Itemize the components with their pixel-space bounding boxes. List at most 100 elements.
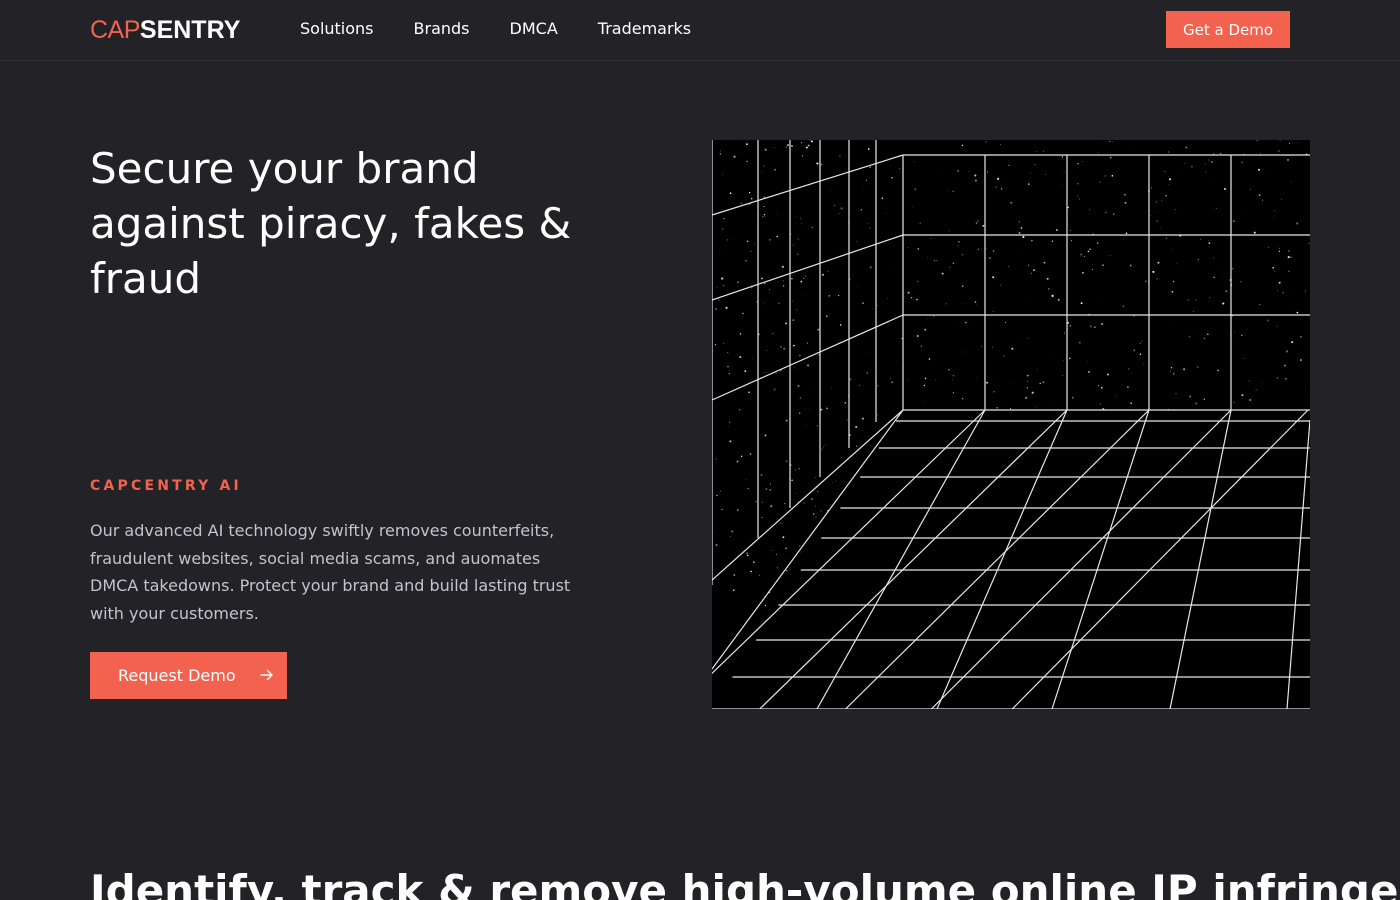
star-dot <box>1036 151 1037 152</box>
star-dot <box>1208 297 1210 299</box>
star-dot <box>778 280 779 282</box>
star-dot <box>1258 168 1261 171</box>
star-dot <box>1027 264 1030 266</box>
star-dot <box>1157 261 1160 264</box>
star-dot <box>1057 298 1060 301</box>
star-dot <box>1164 170 1166 172</box>
get-demo-button[interactable]: Get a Demo <box>1166 11 1290 48</box>
star-dot <box>1279 140 1281 142</box>
star-dot <box>1034 164 1036 166</box>
star-dot <box>992 276 995 279</box>
star-dot <box>1172 280 1175 283</box>
star-dot <box>810 343 812 345</box>
star-dot <box>1258 194 1261 196</box>
nav-link-trademarks[interactable]: Trademarks <box>598 18 691 40</box>
star-dot <box>791 277 793 280</box>
star-dot <box>1188 299 1190 301</box>
star-dot <box>812 513 815 515</box>
star-dot <box>768 238 771 241</box>
request-demo-label: Request Demo <box>118 666 236 685</box>
star-dot <box>936 260 938 262</box>
star-dot <box>1266 319 1269 322</box>
star-dot <box>764 604 767 607</box>
star-dot <box>754 243 755 245</box>
star-dot <box>945 303 947 305</box>
star-dot <box>825 407 828 410</box>
star-dot <box>995 380 997 381</box>
star-dot <box>803 277 805 279</box>
logo[interactable]: CAP SENTRY <box>90 14 240 46</box>
star-dot <box>1249 398 1252 402</box>
star-dot <box>807 144 810 147</box>
star-dot <box>1109 156 1112 159</box>
star-dot <box>1124 201 1127 204</box>
star-dot <box>930 237 932 239</box>
star-dot <box>986 171 988 173</box>
star-dot <box>1083 256 1085 258</box>
star-dot <box>1080 302 1083 305</box>
star-dot <box>1045 174 1047 175</box>
star-dot <box>768 288 770 290</box>
star-dot <box>823 446 825 448</box>
star-dot <box>817 328 820 331</box>
star-dot <box>869 166 872 169</box>
floor-line <box>936 409 1068 709</box>
star-dot <box>1184 163 1186 165</box>
star-dot <box>1286 158 1290 161</box>
star-dot <box>739 409 741 411</box>
star-dot <box>1069 324 1072 327</box>
star-dot <box>1077 162 1079 165</box>
star-dot <box>817 354 820 356</box>
star-dot <box>727 365 729 368</box>
nav-link-solutions[interactable]: Solutions <box>300 18 374 40</box>
star-dot <box>1183 368 1186 371</box>
floor-line <box>845 409 1150 709</box>
star-dot <box>1259 152 1262 155</box>
star-dot <box>993 390 995 393</box>
star-dot <box>821 448 823 450</box>
star-dot <box>1272 266 1275 269</box>
star-dot <box>799 397 802 399</box>
star-dot <box>916 298 918 301</box>
nav-link-dmca[interactable]: DMCA <box>510 18 558 40</box>
request-demo-button[interactable]: Request Demo <box>90 652 287 699</box>
star-dot <box>920 345 922 347</box>
star-dot <box>840 207 843 210</box>
star-dot <box>1089 325 1092 328</box>
star-dot <box>791 145 793 147</box>
star-dot <box>866 179 868 181</box>
star-dot <box>727 351 729 353</box>
star-dot <box>1193 311 1195 312</box>
star-dot <box>956 321 958 323</box>
star-dot <box>758 561 759 563</box>
star-dot <box>764 434 767 437</box>
star-dot <box>1124 193 1126 196</box>
star-dot <box>762 302 764 304</box>
star-dot <box>1213 153 1215 155</box>
star-dot <box>755 500 758 503</box>
star-dot <box>1288 308 1290 310</box>
nav-link-brands[interactable]: Brands <box>414 18 470 40</box>
star-dot <box>1286 350 1289 353</box>
star-dot <box>1255 389 1257 391</box>
star-dot <box>748 391 750 394</box>
star-dot <box>876 305 878 307</box>
star-dot <box>1000 188 1003 190</box>
star-dot <box>1308 387 1309 389</box>
star-dot <box>867 148 870 150</box>
star-dot <box>1010 201 1013 204</box>
star-dot <box>811 226 813 229</box>
star-dot <box>1261 199 1264 201</box>
star-dot <box>982 224 985 227</box>
star-dot <box>1097 300 1098 302</box>
star-dot <box>788 477 790 479</box>
star-dot <box>1277 290 1279 292</box>
star-dot <box>1098 385 1100 387</box>
star-dot <box>1290 181 1292 183</box>
star-dot <box>1253 231 1256 234</box>
star-dot <box>961 254 963 256</box>
star-dot <box>1105 211 1107 214</box>
star-dot <box>1220 152 1222 155</box>
star-dot <box>948 230 950 232</box>
star-dot <box>759 574 761 576</box>
